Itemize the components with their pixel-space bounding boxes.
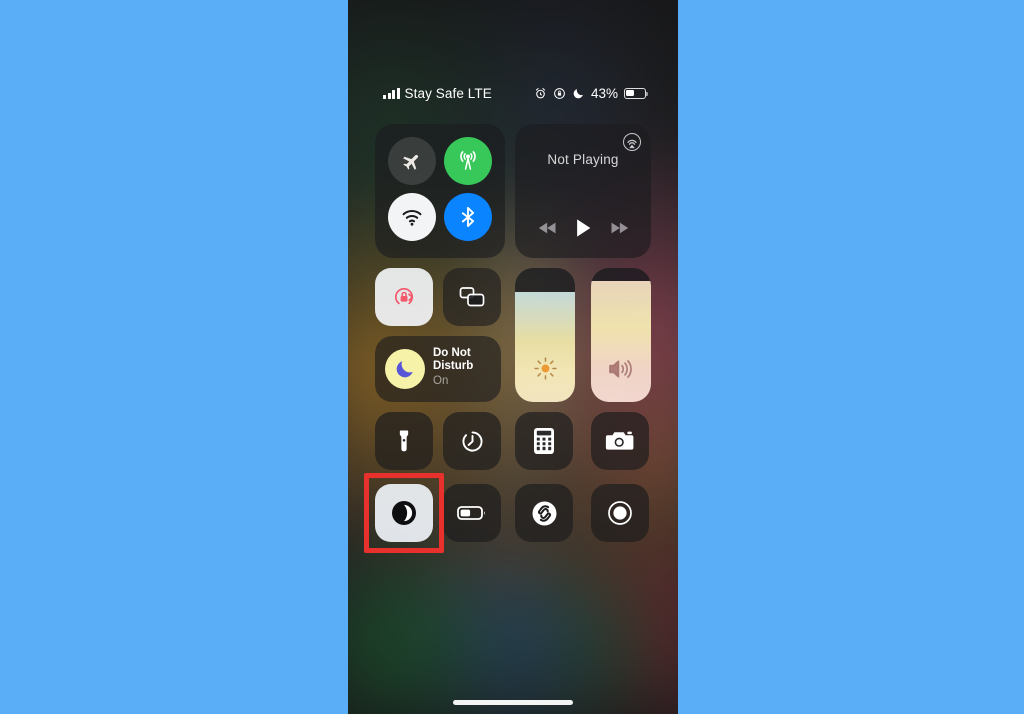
- dnd-badge: [385, 349, 425, 389]
- battery-icon: [624, 87, 649, 99]
- phone-screen: Stay Safe LTE 43% Not Playing Do Not Dis…: [348, 0, 678, 714]
- alarm-clock-icon: [534, 87, 547, 100]
- cellular-signal-bars-icon: [383, 87, 400, 99]
- status-bar-left: Stay Safe LTE: [383, 86, 492, 101]
- dnd-status: On: [433, 375, 449, 387]
- rotation-lock-icon: [390, 283, 418, 311]
- cellular-antenna-icon: [456, 149, 480, 173]
- dnd-title-line2: Disturb: [433, 360, 474, 372]
- timer-tile[interactable]: [443, 412, 501, 470]
- airplane-icon: [401, 150, 423, 172]
- airplay-audio-icon[interactable]: [622, 132, 642, 152]
- dnd-labels: Do Not Disturb On: [433, 347, 473, 388]
- dark-mode-tile[interactable]: [375, 484, 433, 542]
- cellular-data-button[interactable]: [444, 137, 492, 185]
- shazam-icon: [530, 499, 559, 528]
- timer-icon: [459, 428, 486, 455]
- dnd-title-line1: Do Not: [433, 347, 471, 359]
- camera-tile[interactable]: [591, 412, 649, 470]
- calculator-tile[interactable]: [515, 412, 573, 470]
- speaker-volume-icon: [591, 356, 651, 382]
- connectivity-module: [375, 124, 505, 258]
- flashlight-icon: [391, 428, 417, 454]
- screen-record-icon: [606, 499, 634, 527]
- low-power-mode-tile[interactable]: [443, 484, 501, 542]
- fast-forward-icon[interactable]: [609, 221, 629, 235]
- low-power-battery-icon: [457, 505, 487, 521]
- bluetooth-icon: [456, 205, 480, 229]
- bluetooth-button[interactable]: [444, 193, 492, 241]
- control-center: Stay Safe LTE 43% Not Playing Do Not Dis…: [348, 0, 678, 714]
- camera-icon: [605, 429, 635, 453]
- airplane-mode-button[interactable]: [388, 137, 436, 185]
- rotation-lock-button[interactable]: [375, 268, 433, 326]
- battery-percent-label: 43%: [590, 85, 618, 101]
- screen-recording-tile[interactable]: [591, 484, 649, 542]
- dark-mode-appearance-icon: [389, 498, 419, 528]
- play-icon[interactable]: [575, 218, 592, 238]
- status-bar: Stay Safe LTE 43%: [348, 80, 678, 106]
- moon-crescent-icon: [572, 87, 585, 100]
- now-playing-title: Not Playing: [547, 152, 619, 167]
- rewind-icon[interactable]: [538, 221, 558, 235]
- shazam-tile[interactable]: [515, 484, 573, 542]
- now-playing-module[interactable]: Not Playing: [515, 124, 651, 258]
- flashlight-tile[interactable]: [375, 412, 433, 470]
- do-not-disturb-button[interactable]: Do Not Disturb On: [375, 336, 501, 402]
- screen-mirroring-icon: [457, 284, 487, 310]
- media-controls: [515, 218, 651, 238]
- sun-brightness-icon: [515, 355, 575, 382]
- home-indicator[interactable]: [453, 700, 573, 705]
- volume-slider[interactable]: [591, 268, 651, 402]
- calculator-icon: [533, 427, 555, 455]
- moon-crescent-icon: [394, 358, 416, 380]
- wifi-button[interactable]: [388, 193, 436, 241]
- wifi-icon: [400, 205, 424, 229]
- status-bar-right: 43%: [534, 85, 649, 101]
- carrier-label: Stay Safe LTE: [404, 85, 492, 101]
- screen-mirroring-button[interactable]: [443, 268, 501, 326]
- brightness-slider[interactable]: [515, 268, 575, 402]
- rotation-lock-status-icon: [553, 87, 566, 100]
